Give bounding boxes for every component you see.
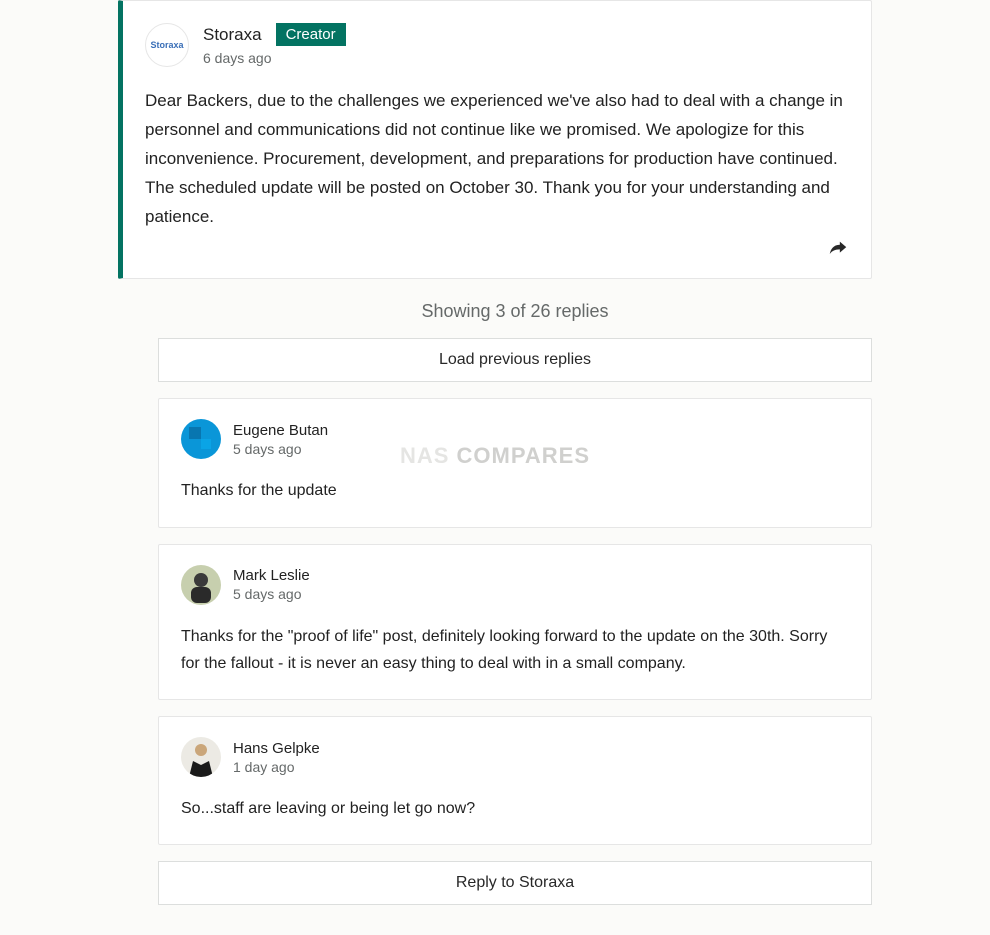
reply-author-name[interactable]: Mark Leslie <box>233 567 310 584</box>
reply-to-button[interactable]: Reply to Storaxa <box>158 861 872 905</box>
reply-body: So...staff are leaving or being let go n… <box>181 795 849 822</box>
creator-comment-card: Storaxa Storaxa Creator 6 days ago Dear … <box>118 0 872 279</box>
avatar[interactable]: Storaxa <box>145 23 189 67</box>
timestamp: 5 days ago <box>233 441 328 457</box>
reply-body: Thanks for the update <box>181 477 849 504</box>
timestamp: 5 days ago <box>233 586 310 602</box>
author-name[interactable]: Storaxa <box>203 25 262 45</box>
load-previous-button[interactable]: Load previous replies <box>158 338 872 382</box>
avatar[interactable] <box>181 419 221 459</box>
comment-body: Dear Backers, due to the challenges we e… <box>145 87 849 231</box>
reply-body: Thanks for the "proof of life" post, def… <box>181 623 849 677</box>
avatar-label: Storaxa <box>150 41 183 50</box>
replies-section: Showing 3 of 26 replies Load previous re… <box>118 279 872 905</box>
creator-badge: Creator <box>276 23 346 46</box>
timestamp: 6 days ago <box>203 50 346 66</box>
avatar[interactable] <box>181 737 221 777</box>
avatar[interactable] <box>181 565 221 605</box>
reply-author-name[interactable]: Eugene Butan <box>233 422 328 439</box>
reply-card: Hans Gelpke 1 day ago So...staff are leavi… <box>158 716 872 845</box>
reply-header: Hans Gelpke 1 day ago <box>181 737 849 777</box>
reply-card: Mark Leslie 5 days ago Thanks for the "pro… <box>158 544 872 700</box>
reply-header: Mark Leslie 5 days ago <box>181 565 849 605</box>
share-icon[interactable] <box>827 237 849 264</box>
comment-header: Storaxa Storaxa Creator 6 days ago <box>145 23 849 67</box>
reply-author-name[interactable]: Hans Gelpke <box>233 740 320 757</box>
reply-header: Eugene Butan 5 days ago <box>181 419 849 459</box>
reply-card: Eugene Butan 5 days ago Thanks for the upd… <box>158 398 872 527</box>
timestamp: 1 day ago <box>233 759 320 775</box>
replies-count: Showing 3 of 26 replies <box>158 279 872 338</box>
